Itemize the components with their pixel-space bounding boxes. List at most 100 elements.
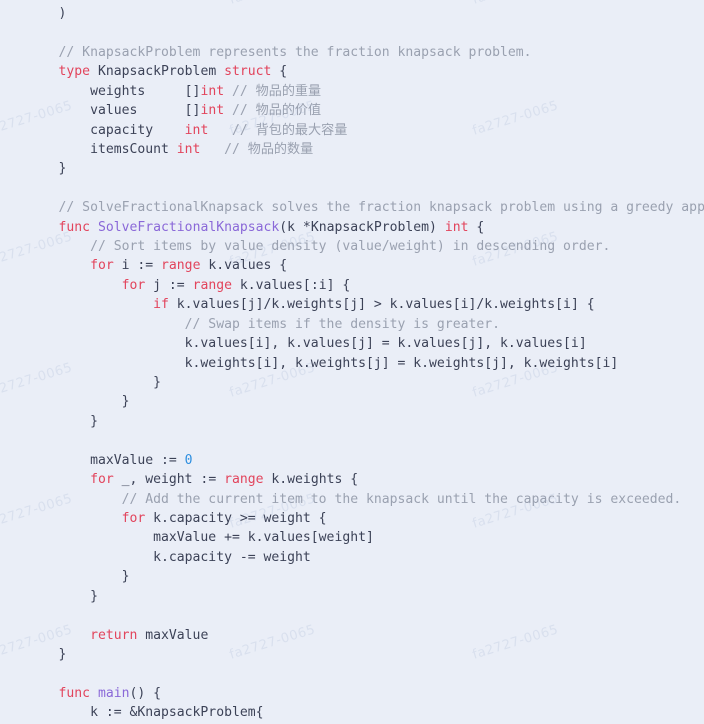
code-token-keyword: type <box>27 64 91 80</box>
code-token-plain: } <box>27 569 130 585</box>
code-token-number: 0 <box>184 452 193 468</box>
code-line: } <box>27 159 704 178</box>
code-token-plain: k := &KnapsackProblem{ <box>27 705 264 721</box>
code-line: func main() { <box>27 684 704 703</box>
code-line: // Swap items if the density is greater. <box>27 315 704 334</box>
code-token-type: int <box>200 83 225 99</box>
code-line: maxValue := 0 <box>27 451 704 470</box>
code-token-plain: } <box>27 413 98 429</box>
code-line: weights []int // 物品的重量 <box>27 82 704 101</box>
code-token-function: main <box>97 685 130 701</box>
code-token-plain: } <box>27 375 162 391</box>
code-line: capacity int // 背包的最大容量 <box>27 121 704 140</box>
code-token-comment: // Sort items by value density (value/we… <box>27 239 611 255</box>
code-token-keyword: range <box>224 472 264 488</box>
code-line: k.capacity -= weight <box>27 548 704 567</box>
code-line: ​ <box>27 179 704 198</box>
code-line: ​ <box>27 664 704 683</box>
code-token-type: int <box>444 219 469 235</box>
code-line: for k.capacity >= weight { <box>27 509 704 528</box>
code-line: itemsCount int // 物品的数量 <box>27 140 704 159</box>
code-line: ​ <box>27 23 704 42</box>
code-line: } <box>27 567 704 586</box>
code-block[interactable]: ) ​ // KnapsackProblem represents the fr… <box>0 0 704 723</box>
code-token-plain: k.values[:i] { <box>231 277 351 293</box>
code-line: for i := range k.values { <box>27 256 704 275</box>
code-line: func SolveFractionalKnapsack(k *Knapsack… <box>27 218 704 237</box>
code-line: ​ <box>27 431 704 450</box>
code-token-plain: } <box>27 394 130 410</box>
code-line: k.values[i], k.values[j] = k.values[j], … <box>27 334 704 353</box>
code-token-plain: i := <box>113 258 162 274</box>
code-token-keyword: for <box>27 258 114 274</box>
code-token-keyword: func <box>27 219 91 235</box>
code-token-plain: (k *KnapsackProblem) <box>279 219 445 235</box>
code-line: // SolveFractionalKnapsack solves the fr… <box>27 198 704 217</box>
code-line: for _, weight := range k.weights { <box>27 470 704 489</box>
code-token-plain: maxValue <box>137 627 209 643</box>
code-token-comment: // Swap items if the density is greater. <box>27 316 500 332</box>
code-viewer[interactable]: fa2727-0065 fa2727-0065 fa2727-0065 fa2727-… <box>0 0 704 724</box>
code-token-plain: values [] <box>27 103 201 119</box>
code-token-plain: _, weight := <box>113 472 225 488</box>
code-token-plain: k.values[i], k.values[j] = k.values[j], … <box>27 336 587 352</box>
code-token-plain: k.values { <box>200 258 288 274</box>
code-token-function: SolveFractionalKnapsack <box>97 219 280 235</box>
code-token-type: int <box>184 122 209 138</box>
code-line: } <box>27 587 704 606</box>
code-token-plain: maxValue := <box>27 452 185 468</box>
code-token-plain: } <box>27 646 67 662</box>
code-line: maxValue += k.values[weight] <box>27 528 704 547</box>
code-line: // Sort items by value density (value/we… <box>27 237 704 256</box>
code-token-type: int <box>200 103 225 119</box>
code-token-plain: KnapsackProblem <box>90 64 225 80</box>
code-token-keyword: for <box>27 510 146 526</box>
code-line: if k.values[j]/k.weights[j] > k.values[i… <box>27 295 704 314</box>
code-token-plain: } <box>27 588 98 604</box>
code-line: values []int // 物品的价值 <box>27 101 704 120</box>
code-token-comment: // 物品的重量 <box>231 83 322 99</box>
code-line: // Add the current item to the knapsack … <box>27 490 704 509</box>
code-line: } <box>27 645 704 664</box>
code-token-plain: ) <box>27 6 67 21</box>
code-token-comment: // 背包的最大容量 <box>231 122 348 138</box>
code-token-comment: // Add the current item to the knapsack … <box>27 491 682 507</box>
code-token-comment: // KnapsackProblem represents the fracti… <box>27 44 532 60</box>
code-token-keyword: for <box>27 277 146 293</box>
code-token-comment: // 物品的数量 <box>224 141 314 157</box>
code-token-keyword: return <box>27 627 138 643</box>
code-line: type KnapsackProblem struct { <box>27 62 704 81</box>
code-line: ​ <box>27 606 704 625</box>
code-token-plain: } <box>27 161 67 177</box>
code-line: } <box>27 392 704 411</box>
code-token-keyword: struct <box>224 64 272 80</box>
code-token-keyword: for <box>27 472 114 488</box>
code-token-type: int <box>176 141 201 157</box>
code-token-plain: capacity <box>27 122 185 138</box>
code-line: } <box>27 412 704 431</box>
code-token-comment: // SolveFractionalKnapsack solves the fr… <box>27 200 704 216</box>
code-token-keyword: range <box>161 258 201 274</box>
code-token-plain: { <box>468 219 485 235</box>
code-token-plain: maxValue += k.values[weight] <box>27 530 374 546</box>
code-token-plain: k.capacity >= weight { <box>145 510 327 526</box>
code-line: } <box>27 373 704 392</box>
code-token-plain: k.weights[i], k.weights[j] = k.weights[j… <box>27 355 619 371</box>
code-token-keyword: if <box>27 297 169 313</box>
code-line: k.weights[i], k.weights[j] = k.weights[j… <box>27 354 704 373</box>
code-token-plain: weights [] <box>27 83 201 99</box>
code-token-plain: j := <box>145 277 193 293</box>
code-token-plain: itemsCount <box>27 141 177 157</box>
code-token-keyword: func <box>27 685 91 701</box>
code-token-plain: k.values[j]/k.weights[j] > k.values[i]/k… <box>168 297 595 313</box>
code-token-plain: { <box>271 64 288 80</box>
code-line: k := &KnapsackProblem{ <box>27 703 704 722</box>
code-line: // KnapsackProblem represents the fracti… <box>27 43 704 62</box>
code-token-plain: k.weights { <box>263 472 359 488</box>
